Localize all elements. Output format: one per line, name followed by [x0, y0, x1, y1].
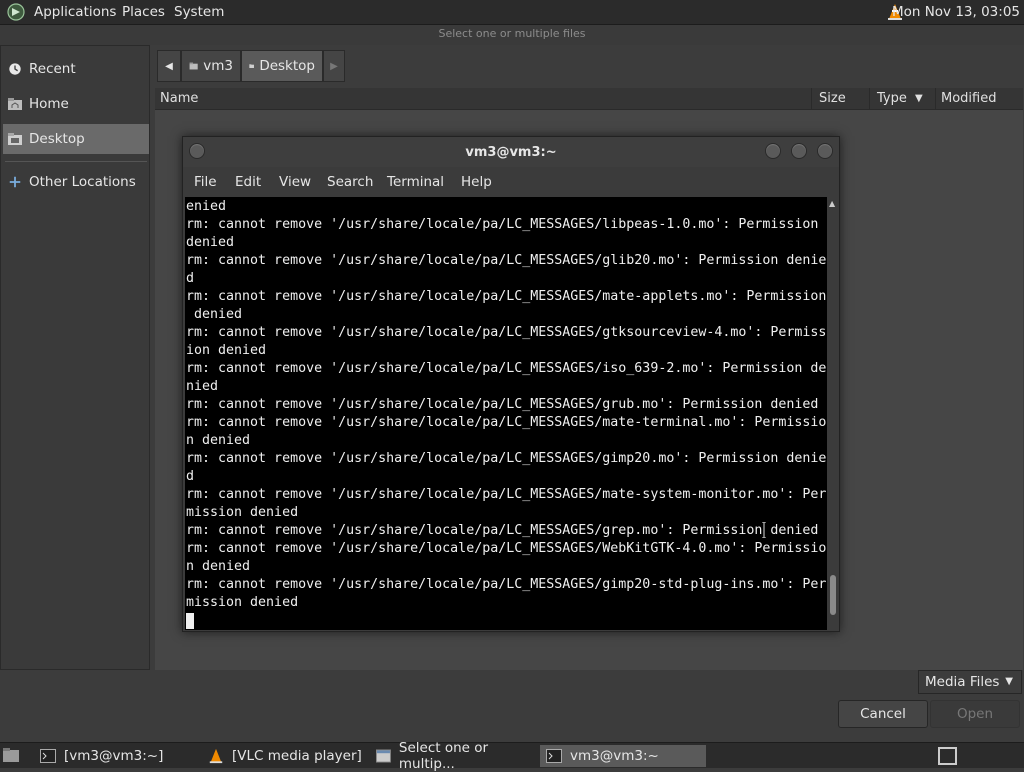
bottom-panel: [vm3@vm3:~] [VLC media player] Select on… [0, 740, 1024, 772]
desktop-folder-icon [8, 133, 22, 145]
open-button[interactable]: Open [930, 700, 1020, 728]
maximize-button[interactable] [791, 143, 807, 159]
sidebar-item-home[interactable]: Home [3, 89, 149, 119]
menu-search[interactable]: Search [327, 174, 373, 190]
taskbar-item-label: [vm3@vm3:~] [64, 748, 164, 764]
taskbar-item-terminal-1[interactable]: [vm3@vm3:~] [34, 745, 204, 767]
menu-file[interactable]: File [194, 174, 217, 190]
sidebar-item-label: Other Locations [29, 174, 136, 190]
taskbar-item-label: [VLC media player] [232, 748, 362, 764]
taskbar-item-vlc[interactable]: [VLC media player] [202, 745, 362, 767]
column-header-name[interactable]: Name [160, 91, 198, 106]
chevron-right-icon: ▶ [330, 60, 338, 72]
path-back-button[interactable]: ◀ [157, 50, 181, 82]
menu-terminal[interactable]: Terminal [387, 174, 444, 190]
chevron-down-icon: ▼ [1005, 676, 1013, 687]
file-filter-combo[interactable]: Media Files ▼ [918, 670, 1022, 694]
terminal-menubar: File Edit View Search Terminal Help [183, 167, 839, 197]
sidebar-item-other-locations[interactable]: Other Locations [3, 167, 149, 197]
home-folder-icon [189, 62, 198, 70]
sidebar-item-desktop[interactable]: Desktop [3, 124, 149, 154]
file-filter-value: Media Files [925, 674, 1000, 690]
text-cursor-icon [762, 522, 766, 538]
taskbar-item-terminal-2[interactable]: vm3@vm3:~ [540, 745, 706, 767]
path-segment-label: vm3 [203, 58, 233, 74]
places-menu[interactable]: Places [122, 4, 165, 20]
menu-help[interactable]: Help [461, 174, 492, 190]
terminal-scrollbar[interactable]: ▲ [827, 197, 839, 630]
show-desktop-icon[interactable] [2, 747, 20, 765]
terminal-window: vm3@vm3:~ File Edit View Search Terminal… [182, 136, 840, 632]
sidebar-item-label: Desktop [29, 131, 85, 147]
path-segment-vm3[interactable]: vm3 [181, 50, 241, 82]
column-header-type[interactable]: Type [877, 91, 907, 106]
minimize-button[interactable] [765, 143, 781, 159]
desktop-folder-icon [249, 64, 254, 68]
sort-down-icon: ▼ [915, 93, 923, 104]
clock[interactable]: Mon Nov 13, 03:05 [892, 4, 1020, 20]
chevron-left-icon: ◀ [165, 60, 173, 72]
scroll-up-icon[interactable]: ▲ [829, 199, 835, 208]
terminal-title: vm3@vm3:~ [465, 145, 557, 160]
distro-logo-icon[interactable] [6, 3, 26, 21]
file-list-header: Name Size Type ▼ Modified [155, 88, 1023, 110]
workspace-switcher[interactable] [938, 747, 957, 765]
scrollbar-thumb[interactable] [830, 575, 836, 615]
terminal-cursor [186, 613, 194, 629]
menu-view[interactable]: View [279, 174, 311, 190]
menu-edit[interactable]: Edit [235, 174, 261, 190]
terminal-text: enied rm: cannot remove '/usr/share/loca… [186, 199, 827, 610]
path-segment-label: Desktop [259, 58, 315, 74]
pathbar: ◀ vm3 Desktop ▶ [157, 50, 347, 82]
places-sidebar: Recent Home Desktop Other Locations [0, 45, 150, 670]
terminal-output[interactable]: enied rm: cannot remove '/usr/share/loca… [185, 197, 827, 630]
sidebar-item-recent[interactable]: Recent [3, 54, 149, 84]
file-chooser-titlebar: Select one or multiple files [0, 25, 1024, 45]
applications-menu[interactable]: Applications [34, 4, 116, 20]
system-menu[interactable]: System [174, 4, 224, 20]
close-button[interactable] [817, 143, 833, 159]
taskbar-item-label: Select one or multip... [398, 740, 489, 772]
sidebar-separator [5, 161, 147, 162]
path-forward-button[interactable]: ▶ [323, 50, 345, 82]
sidebar-item-label: Recent [29, 61, 76, 77]
cancel-button[interactable]: Cancel [838, 700, 928, 728]
recent-icon [9, 63, 21, 75]
home-folder-icon [8, 98, 22, 110]
taskbar-item-file-chooser[interactable]: Select one or multip... [370, 740, 538, 772]
plus-icon [9, 176, 21, 188]
terminal-titlebar[interactable]: vm3@vm3:~ [183, 137, 839, 167]
terminal-icon [40, 749, 56, 763]
taskbar-item-label: vm3@vm3:~ [570, 748, 659, 764]
file-chooser-title: Select one or multiple files [438, 27, 586, 40]
vlc-icon [209, 748, 223, 764]
file-chooser-icon [376, 749, 391, 763]
top-panel: Applications Places System Mon Nov 13, 0… [0, 0, 1024, 25]
terminal-icon [546, 749, 562, 763]
column-header-modified[interactable]: Modified [941, 91, 996, 106]
sidebar-item-label: Home [29, 96, 69, 112]
column-header-size[interactable]: Size [819, 91, 846, 106]
path-segment-desktop[interactable]: Desktop [241, 50, 323, 82]
